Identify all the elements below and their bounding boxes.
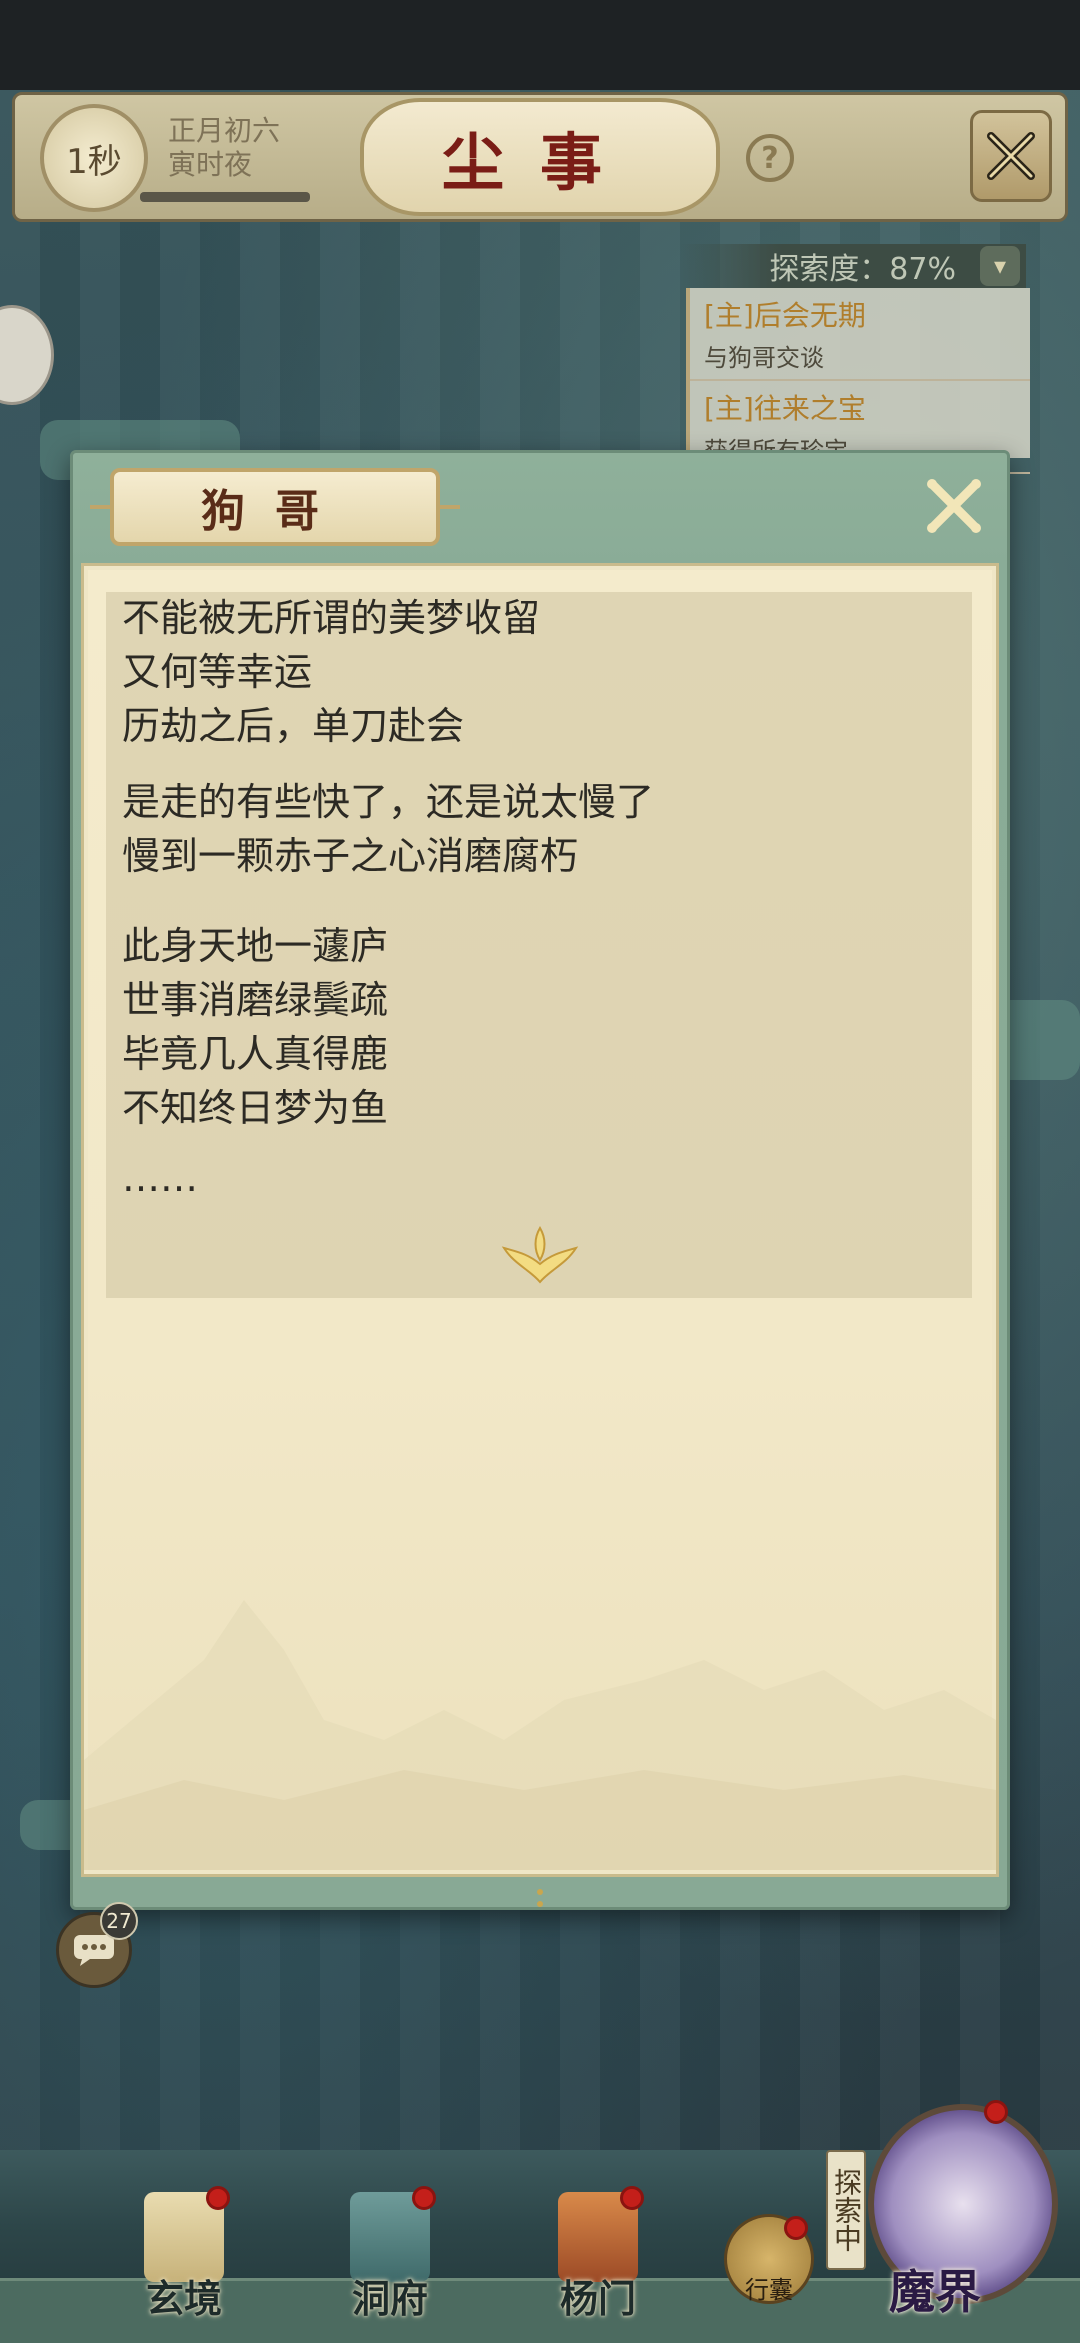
dialog-line: 是走的有些快了，还是说太慢了 bbox=[122, 780, 655, 824]
quest-title: [主]后会无期 bbox=[704, 299, 866, 332]
dialog-line: 不知终日梦为鱼 bbox=[122, 1086, 389, 1130]
page-title: 尘事 bbox=[360, 98, 720, 216]
dialog-line: …… bbox=[122, 1156, 198, 1200]
ink-mountain-painting bbox=[84, 1600, 996, 1870]
dialog-line: 慢到一颗赤子之心消磨腐朽 bbox=[122, 834, 579, 878]
notification-dot bbox=[206, 2186, 230, 2210]
demon-realm-label: 魔界 bbox=[889, 2265, 981, 2319]
dialog-line: 历劫之后，单刀赴会 bbox=[122, 704, 465, 748]
exploring-tag: 探索中 bbox=[826, 2150, 866, 2270]
chat-bubble-icon bbox=[74, 1935, 114, 1966]
nav-dongfu[interactable]: 洞府 bbox=[320, 2180, 460, 2340]
nav-label: 玄境 bbox=[145, 2276, 222, 2321]
close-icon bbox=[927, 479, 981, 533]
timer-badge[interactable]: 1秒 bbox=[40, 104, 148, 212]
date-line-1: 正月初六 bbox=[168, 114, 281, 147]
quest-desc: 与狗哥交谈 bbox=[704, 344, 824, 372]
game-date: 正月初六 寅时夜 bbox=[168, 114, 280, 182]
notification-dot bbox=[784, 2216, 808, 2240]
time-progress-bar bbox=[140, 192, 310, 202]
nav-yangmen[interactable]: 杨门 bbox=[528, 2180, 668, 2340]
nav-xuanjing[interactable]: 玄境 bbox=[114, 2180, 254, 2340]
quest-item[interactable]: [主]后会无期 与狗哥交谈 bbox=[690, 288, 1030, 381]
dialog-line: 不能被无所谓的美梦收留 bbox=[122, 596, 541, 640]
dialog-close-button[interactable] bbox=[922, 474, 986, 538]
exploration-progress: 探索度：87% bbox=[680, 244, 1026, 288]
dialog-line: 又何等幸运 bbox=[122, 650, 313, 694]
dialog-line: 毕竟几人真得鹿 bbox=[122, 1032, 389, 1076]
date-line-2: 寅时夜 bbox=[168, 148, 253, 181]
speaker-name: 狗哥 bbox=[110, 468, 440, 546]
quest-list: [主]后会无期 与狗哥交谈 [主]往来之宝 获得所有珍宝 bbox=[686, 288, 1030, 474]
close-button[interactable] bbox=[970, 110, 1052, 202]
close-icon bbox=[987, 132, 1035, 180]
status-bar-background bbox=[0, 0, 1080, 90]
scroll-indicator-icon bbox=[537, 1889, 543, 1907]
help-button[interactable]: ? bbox=[746, 134, 794, 182]
notification-dot bbox=[984, 2100, 1008, 2124]
bag-label: 行囊 bbox=[745, 2276, 793, 2304]
continue-ornament-icon[interactable] bbox=[500, 1224, 580, 1284]
collapse-chevron-icon[interactable]: ▾ bbox=[980, 246, 1020, 286]
dialog-line: 世事消磨绿鬓疏 bbox=[122, 978, 389, 1022]
notification-dot bbox=[620, 2186, 644, 2210]
nav-label: 洞府 bbox=[351, 2276, 428, 2321]
dialog-line: 此身天地一蘧庐 bbox=[122, 924, 389, 968]
notification-dot bbox=[412, 2186, 436, 2210]
chat-unread-badge: 27 bbox=[100, 1902, 138, 1940]
quest-title: [主]往来之宝 bbox=[704, 392, 866, 425]
nav-label: 杨门 bbox=[559, 2276, 636, 2321]
